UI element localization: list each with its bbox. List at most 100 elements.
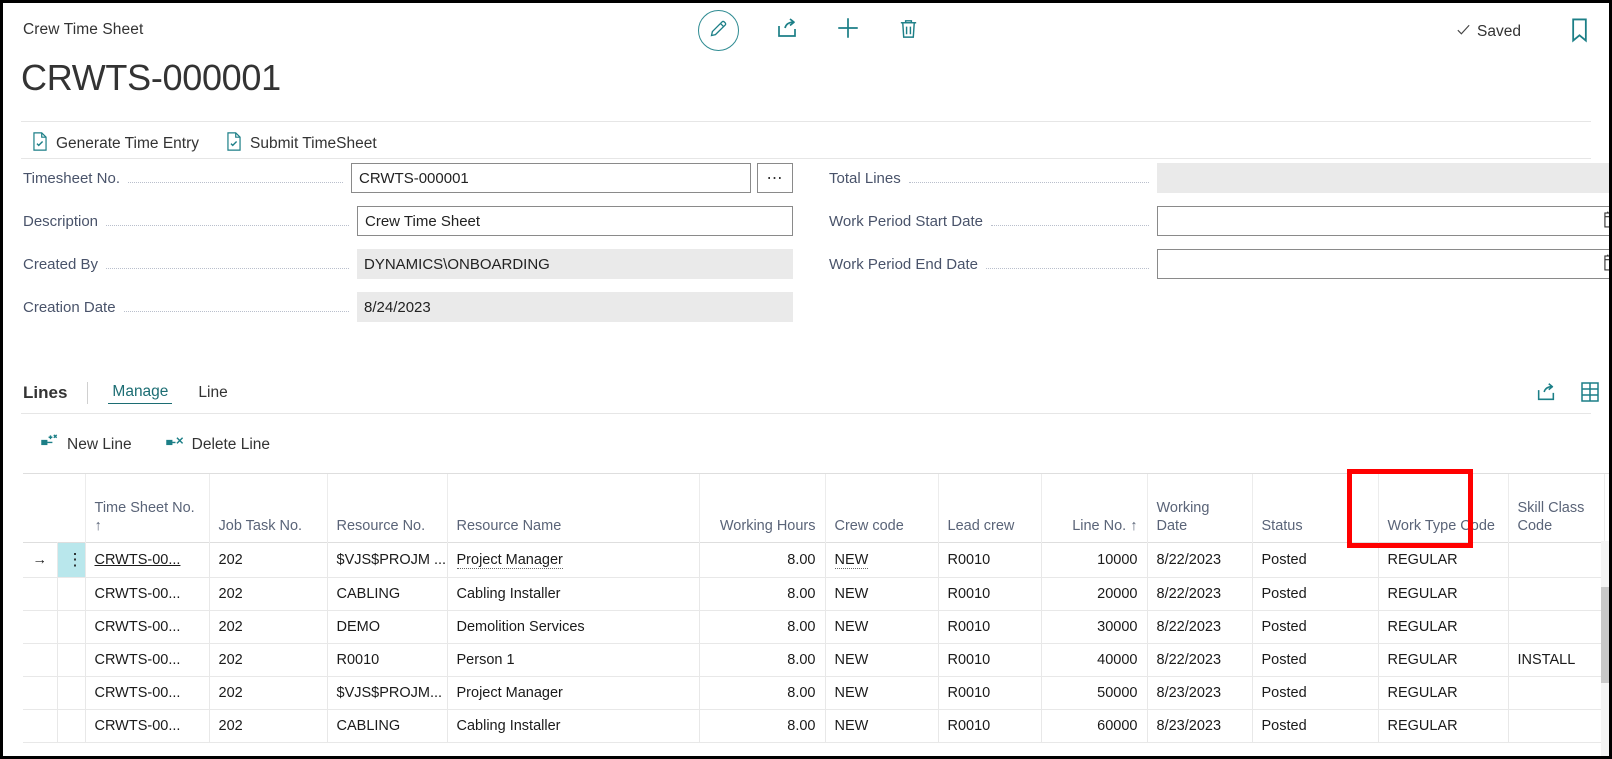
bookmark-button[interactable] [1570,17,1589,48]
cell-lead-crew[interactable]: R0010 [938,610,1042,644]
tab-manage[interactable]: Manage [108,381,173,404]
cell-work-type-code[interactable]: REGULAR [1378,610,1509,644]
cell-resource-no[interactable]: CABLING [327,577,448,611]
col-header-time-sheet-no[interactable]: Time Sheet No. ↑ [85,474,210,542]
cell-skill-class-code[interactable] [1508,577,1605,611]
edit-button[interactable] [698,10,739,51]
row-menu-button[interactable]: ⋮ [57,542,86,578]
table-row[interactable]: CRWTS-00... 202 CABLING Cabling Installe… [23,709,1605,743]
delete-line-button[interactable]: Delete Line [160,430,276,459]
cell-working-date[interactable]: 8/22/2023 [1147,610,1253,644]
cell-crew-code[interactable]: NEW [825,643,939,677]
cell-working-hours[interactable]: 8.00 [699,709,826,743]
cell-resource-no[interactable]: CABLING [327,709,448,743]
col-header-work-type-code[interactable]: Work Type Code [1378,474,1509,542]
cell-time-sheet-no[interactable]: CRWTS-00... [85,610,210,644]
cell-lead-crew[interactable]: R0010 [938,709,1042,743]
cell-work-type-code[interactable]: REGULAR [1378,676,1509,710]
cell-time-sheet-no[interactable]: CRWTS-00... [85,676,210,710]
submit-timesheet-button[interactable]: Submit TimeSheet [219,129,383,159]
description-input[interactable]: Crew Time Sheet [357,206,793,236]
cell-work-type-code[interactable]: REGULAR [1378,709,1509,743]
table-row[interactable]: CRWTS-00... 202 $VJS$PROJM... Project Ma… [23,676,1605,710]
cell-resource-no[interactable]: $VJS$PROJM ... [327,542,448,578]
col-header-working-hours[interactable]: Working Hours [699,474,826,542]
cell-job-task-no[interactable]: 202 [209,709,328,743]
cell-resource-no[interactable]: DEMO [327,610,448,644]
cell-resource-name[interactable]: Demolition Services [447,610,700,644]
cell-job-task-no[interactable]: 202 [209,577,328,611]
cell-crew-code[interactable]: NEW [825,542,939,578]
cell-line-no[interactable]: 30000 [1041,610,1148,644]
cell-working-date[interactable]: 8/23/2023 [1147,676,1253,710]
row-menu-button[interactable] [57,643,86,677]
cell-working-date[interactable]: 8/22/2023 [1147,643,1253,677]
cell-status[interactable]: Posted [1252,676,1379,710]
table-row[interactable]: CRWTS-00... 202 CABLING Cabling Installe… [23,577,1605,611]
col-header-working-date[interactable]: Working Date [1147,474,1253,542]
generate-time-entry-button[interactable]: Generate Time Entry [25,129,205,159]
calendar-icon[interactable] [1604,254,1609,276]
cell-line-no[interactable]: 50000 [1041,676,1148,710]
cell-lead-crew[interactable]: R0010 [938,643,1042,677]
col-header-resource-name[interactable]: Resource Name [447,474,700,542]
cell-job-task-no[interactable]: 202 [209,676,328,710]
vertical-scrollbar[interactable] [1601,541,1609,756]
col-header-status[interactable]: Status [1252,474,1379,542]
cell-working-hours[interactable]: 8.00 [699,676,826,710]
breadcrumb[interactable]: Crew Time Sheet [23,21,143,39]
cell-status[interactable]: Posted [1252,542,1379,578]
cell-status[interactable]: Posted [1252,709,1379,743]
open-in-excel-icon[interactable] [1581,381,1601,408]
row-menu-button[interactable] [57,676,86,710]
cell-lead-crew[interactable]: R0010 [938,577,1042,611]
table-row[interactable]: → ⋮ CRWTS-00... 202 $VJS$PROJM ... Proje… [23,542,1605,578]
cell-status[interactable]: Posted [1252,577,1379,611]
calendar-icon[interactable] [1604,211,1609,233]
share-button[interactable] [1535,381,1557,408]
work-period-end-date-input[interactable] [1157,249,1609,279]
timesheet-no-input[interactable]: CRWTS-000001 [351,163,751,193]
scrollbar-thumb[interactable] [1601,587,1609,683]
share-button[interactable] [775,16,799,45]
col-header-resource-no[interactable]: Resource No. [327,474,448,542]
cell-lead-crew[interactable]: R0010 [938,542,1042,578]
cell-job-task-no[interactable]: 202 [209,643,328,677]
row-menu-button[interactable] [57,577,86,611]
cell-resource-name[interactable]: Cabling Installer [447,709,700,743]
cell-working-date[interactable]: 8/22/2023 [1147,542,1253,578]
cell-skill-class-code[interactable] [1508,709,1605,743]
tab-line[interactable]: Line [194,382,231,404]
cell-line-no[interactable]: 20000 [1041,577,1148,611]
cell-lead-crew[interactable]: R0010 [938,676,1042,710]
col-header-crew-code[interactable]: Crew code [825,474,939,542]
delete-button[interactable] [897,17,920,45]
cell-time-sheet-no[interactable]: CRWTS-00... [85,542,210,578]
cell-work-type-code[interactable]: REGULAR [1378,643,1509,677]
table-row[interactable]: CRWTS-00... 202 DEMO Demolition Services… [23,610,1605,644]
cell-resource-name[interactable]: Cabling Installer [447,577,700,611]
cell-resource-name[interactable]: Project Manager [447,676,700,710]
cell-crew-code[interactable]: NEW [825,676,939,710]
cell-time-sheet-no[interactable]: CRWTS-00... [85,577,210,611]
cell-working-date[interactable]: 8/22/2023 [1147,577,1253,611]
cell-resource-name[interactable]: Project Manager [447,542,700,578]
cell-time-sheet-no[interactable]: CRWTS-00... [85,643,210,677]
cell-resource-no[interactable]: $VJS$PROJM... [327,676,448,710]
cell-job-task-no[interactable]: 202 [209,610,328,644]
cell-working-hours[interactable]: 8.00 [699,610,826,644]
cell-skill-class-code[interactable] [1508,610,1605,644]
cell-status[interactable]: Posted [1252,610,1379,644]
cell-line-no[interactable]: 40000 [1041,643,1148,677]
cell-line-no[interactable]: 10000 [1041,542,1148,578]
cell-work-type-code[interactable]: REGULAR [1378,577,1509,611]
col-header-skill-class-code[interactable]: Skill Class Code [1508,474,1605,542]
col-header-line-no[interactable]: Line No. ↑ [1041,474,1148,542]
table-row[interactable]: CRWTS-00... 202 R0010 Person 1 8.00 NEW … [23,643,1605,677]
row-menu-button[interactable] [57,610,86,644]
col-header-job-task-no[interactable]: Job Task No. [209,474,328,542]
cell-working-hours[interactable]: 8.00 [699,643,826,677]
cell-status[interactable]: Posted [1252,643,1379,677]
row-menu-button[interactable] [57,709,86,743]
cell-crew-code[interactable]: NEW [825,577,939,611]
